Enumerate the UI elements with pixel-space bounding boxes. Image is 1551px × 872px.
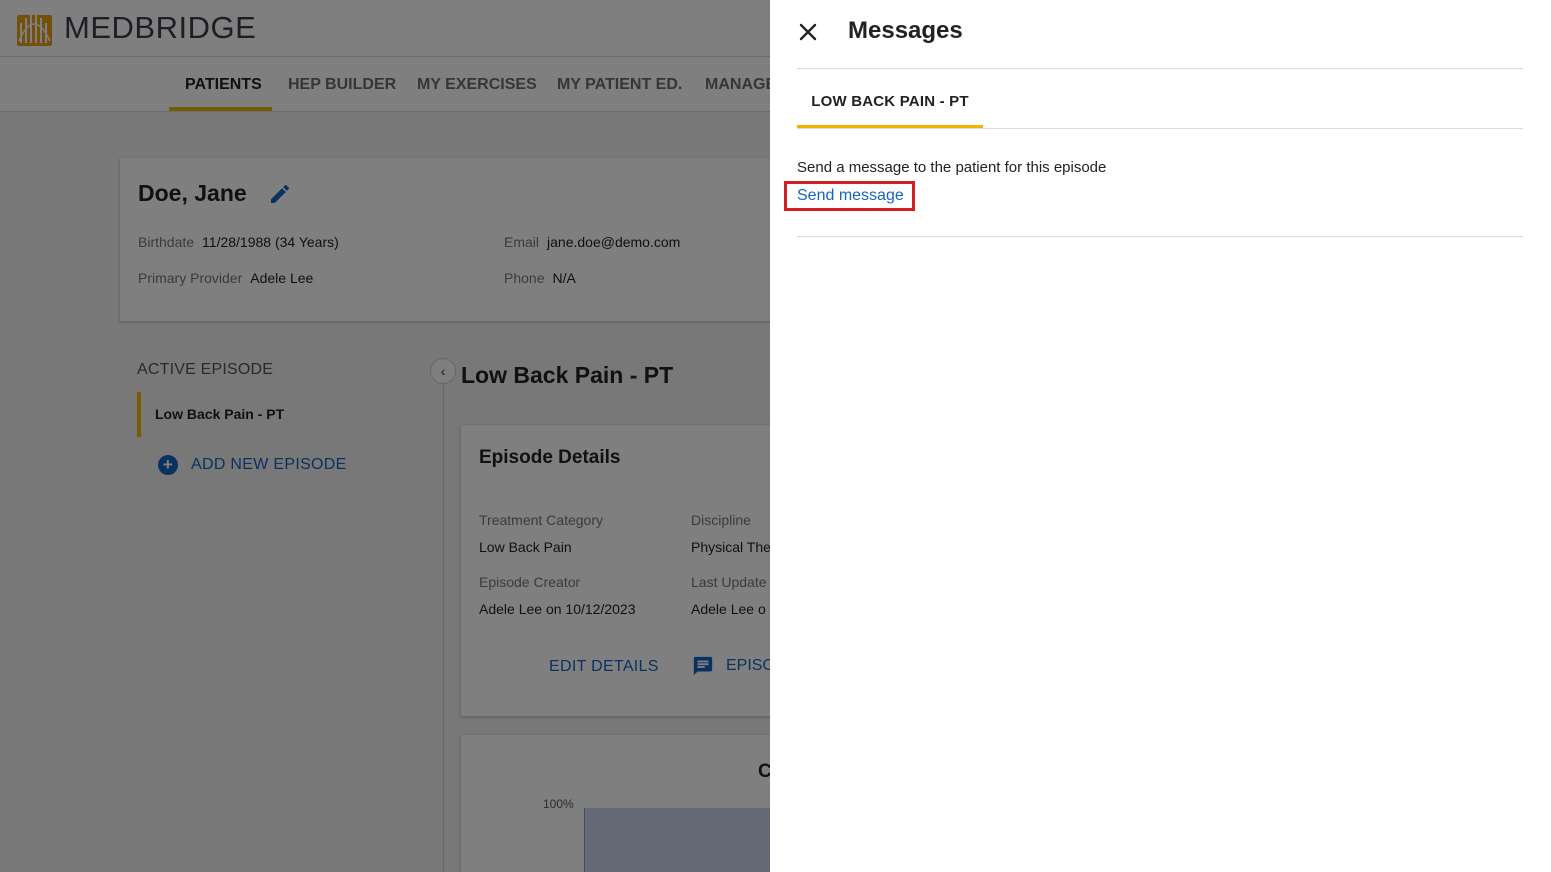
send-message-description: Send a message to the patient for this e… [797, 159, 1107, 176]
tab-low-back-pain-pt[interactable]: LOW BACK PAIN - PT [797, 76, 983, 128]
modal-scrim[interactable] [0, 0, 770, 872]
close-icon[interactable] [796, 20, 820, 44]
messages-drawer: Messages LOW BACK PAIN - PT Send a messa… [770, 0, 1551, 872]
send-message-link[interactable]: Send message [784, 181, 915, 211]
divider [797, 128, 1523, 129]
divider [797, 68, 1523, 69]
divider [797, 236, 1523, 237]
drawer-title: Messages [848, 17, 963, 44]
